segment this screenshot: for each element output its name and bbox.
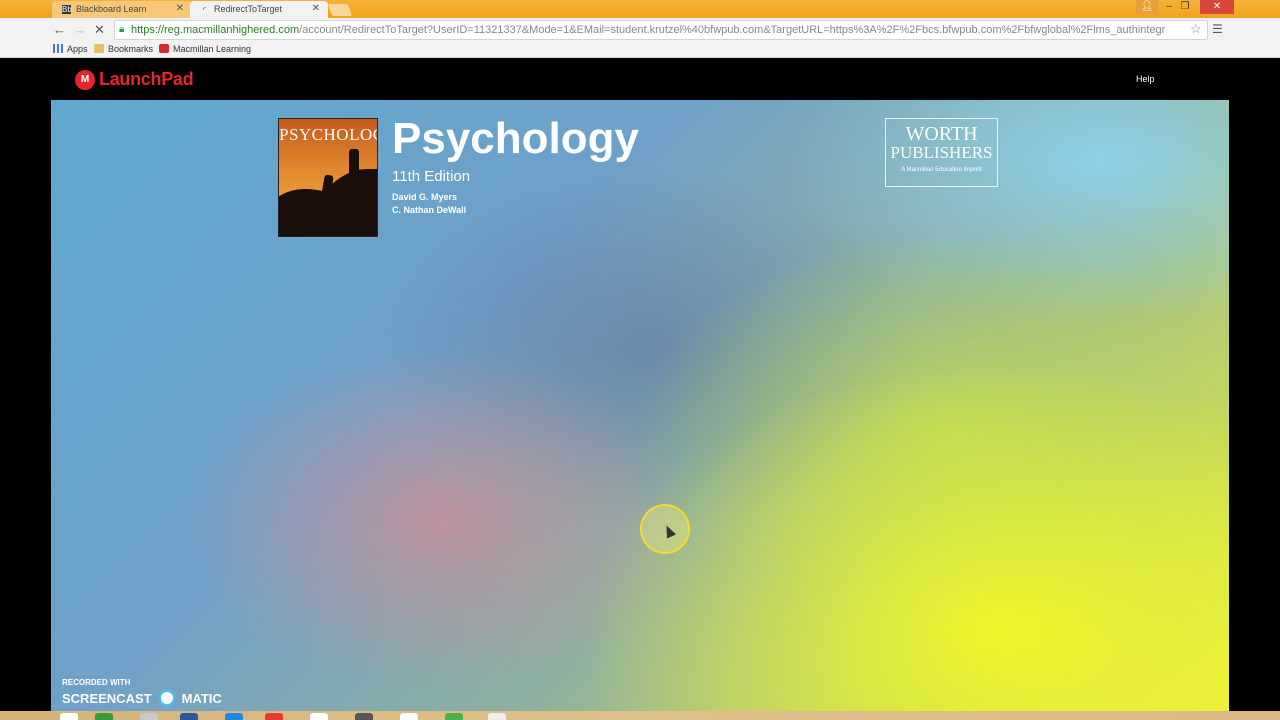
back-arrow-icon[interactable]: ← bbox=[53, 23, 66, 37]
stop-loading-icon[interactable]: ✕ bbox=[94, 23, 105, 37]
taskbar-app-icon[interactable] bbox=[400, 713, 418, 720]
macmillan-icon bbox=[159, 44, 169, 53]
start-icon[interactable] bbox=[60, 713, 78, 720]
bookmark-star-icon[interactable]: ☆ bbox=[1190, 21, 1202, 37]
taskbar-app-icon[interactable] bbox=[310, 713, 328, 720]
url-host: https://reg.macmillanhighered.com bbox=[131, 24, 300, 36]
tab-close-icon[interactable]: ✕ bbox=[176, 3, 184, 14]
bookmark-folder[interactable]: Bookmarks bbox=[94, 44, 153, 54]
worth-publishers-logo: WORTH PUBLISHERS A Macmillan Education I… bbox=[885, 118, 998, 187]
launchpad-header: M LaunchPad Help bbox=[51, 59, 1229, 100]
book-author: C. Nathan DeWall bbox=[392, 205, 467, 215]
address-bar[interactable]: 🔒︎ https://reg.macmillanhighered.com/acc… bbox=[114, 20, 1208, 40]
taskbar-app-icon[interactable] bbox=[95, 713, 113, 720]
launchpad-logo-text: LaunchPad bbox=[99, 69, 194, 89]
book-author: David G. Myers bbox=[392, 192, 458, 202]
hero-background: PSYCHOLOGY Psychology 11th Edition David… bbox=[51, 100, 1229, 720]
page-favicon-icon: ◜ bbox=[202, 5, 207, 14]
blackboard-favicon-icon: Bb bbox=[62, 5, 72, 14]
book-title: Psychology bbox=[392, 114, 639, 163]
bookmark-macmillan[interactable]: Macmillan Learning bbox=[159, 44, 251, 54]
taskbar-app-icon[interactable] bbox=[180, 713, 198, 720]
page-content: M LaunchPad Help PSYCHOLOGY Psychology 1… bbox=[51, 59, 1229, 720]
taskbar-app-icon[interactable] bbox=[140, 713, 158, 720]
taskbar-app-icon[interactable] bbox=[445, 713, 463, 720]
book-edition: 11th Edition bbox=[392, 168, 471, 185]
windows-taskbar bbox=[0, 711, 1280, 720]
tab-label: RedirectToTarget bbox=[214, 4, 283, 14]
url-path: /account/RedirectToTarget?UserID=1132133… bbox=[299, 24, 1166, 36]
taskbar-app-icon[interactable] bbox=[488, 713, 506, 720]
tab-redirect[interactable]: ◜ RedirectToTarget ✕ bbox=[190, 1, 328, 18]
folder-icon bbox=[94, 44, 104, 53]
climber-figure bbox=[349, 149, 359, 177]
browser-titlebar: Bb Blackboard Learn ✕ ◜ RedirectToTarget… bbox=[0, 0, 1280, 18]
forward-arrow-icon[interactable]: → bbox=[73, 23, 86, 37]
chrome-menu-icon[interactable]: ☰ bbox=[1212, 22, 1223, 36]
lock-icon: 🔒︎ bbox=[119, 24, 125, 35]
tab-close-icon[interactable]: ✕ bbox=[312, 3, 320, 14]
window-close-icon[interactable]: ✕ bbox=[1200, 0, 1234, 14]
screencast-logo-icon bbox=[157, 689, 176, 707]
tab-blackboard[interactable]: Bb Blackboard Learn ✕ bbox=[52, 1, 192, 18]
browser-toolbar: ← → ✕ 🔒︎ https://reg.macmillanhighered.c… bbox=[0, 18, 1280, 42]
help-link[interactable]: Help bbox=[1136, 74, 1155, 84]
new-tab-button[interactable] bbox=[327, 4, 353, 16]
launchpad-mark-icon: M bbox=[75, 69, 95, 90]
tab-label: Blackboard Learn bbox=[76, 4, 147, 14]
book-cover: PSYCHOLOGY bbox=[278, 118, 378, 237]
screencast-watermark: RECORDED WITH SCREENCAST MATIC bbox=[62, 678, 222, 707]
taskbar-app-icon[interactable] bbox=[265, 713, 283, 720]
bookmarks-bar: Apps Bookmarks Macmillan Learning bbox=[0, 42, 1280, 58]
taskbar-app-icon[interactable] bbox=[355, 713, 373, 720]
launchpad-logo[interactable]: M LaunchPad bbox=[75, 69, 194, 90]
apps-grid-icon bbox=[53, 44, 63, 53]
taskbar-app-icon[interactable] bbox=[225, 713, 243, 720]
cover-title: PSYCHOLOGY bbox=[279, 125, 377, 144]
restore-icon[interactable]: ❐ bbox=[1174, 0, 1196, 14]
user-profile-icon[interactable]: 👤︎ bbox=[1136, 0, 1158, 14]
bookmark-apps[interactable]: Apps bbox=[53, 44, 88, 54]
